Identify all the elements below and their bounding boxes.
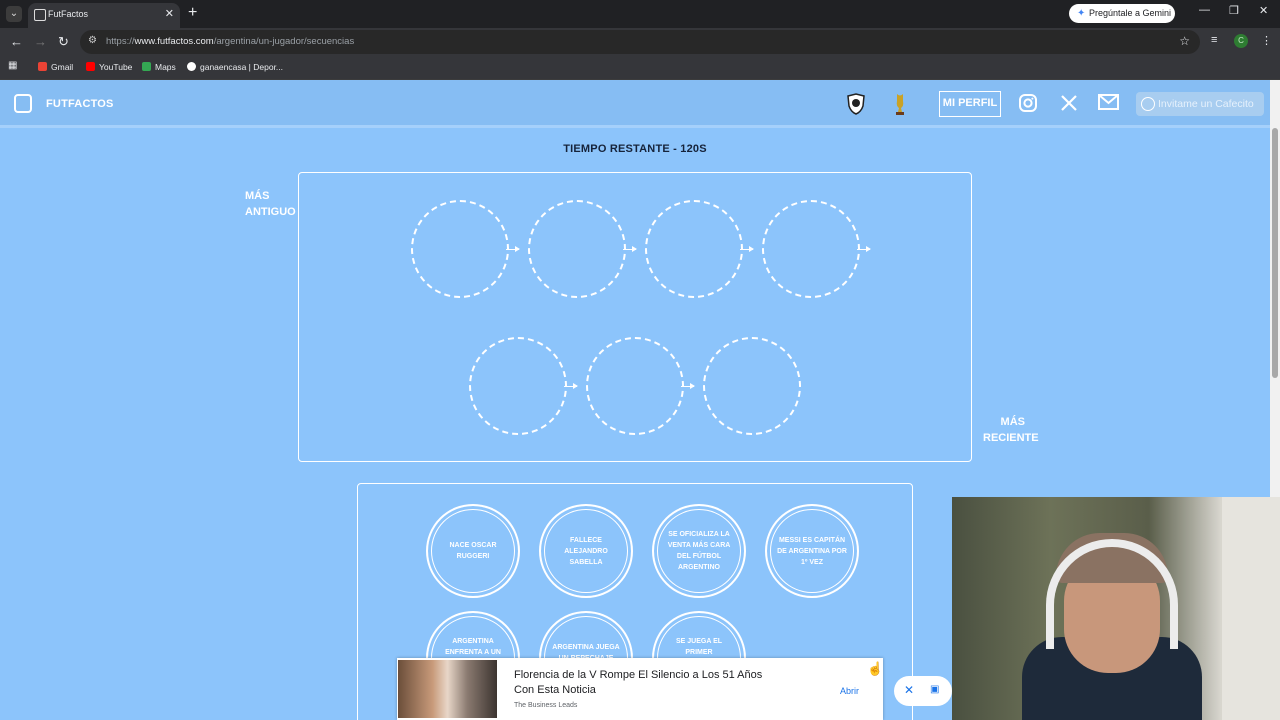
sequence-slot-5[interactable]	[469, 337, 567, 435]
cafecito-button[interactable]: Invitame un Cafecito	[1136, 92, 1264, 116]
ad-close-pill[interactable]: ✕ ▣	[894, 676, 952, 706]
ad-image[interactable]	[398, 660, 497, 718]
browser-tab[interactable]: FutFactos ✕	[28, 3, 180, 28]
ad-open-link[interactable]: Abrir	[840, 686, 859, 696]
site-info-icon[interactable]: ⚙	[88, 35, 97, 46]
window-close-icon[interactable]: ✕	[1259, 4, 1268, 17]
menu-kebab-icon[interactable]: ⋮	[1261, 34, 1272, 47]
webcam-overlay	[952, 497, 1280, 720]
webcam-background	[1222, 497, 1280, 720]
restore-icon[interactable]: ❐	[1229, 4, 1239, 17]
scrollbar-thumb[interactable]	[1272, 128, 1278, 378]
mi-perfil-button[interactable]: MI PERFIL	[939, 91, 1001, 117]
site-logo-text[interactable]: FUTFACTOS	[46, 98, 114, 110]
browser-toolbar: ← → ↻ ⚙ https://www.futfactos.com/argent…	[0, 28, 1280, 56]
gmail-icon	[38, 62, 47, 71]
bookmark-youtube[interactable]: YouTube	[86, 62, 132, 72]
minimize-icon[interactable]: —	[1199, 4, 1210, 16]
tab-search-icon[interactable]: ⌄	[6, 6, 22, 22]
gemini-label: Pregúntale a Gemini	[1089, 8, 1172, 18]
event-card[interactable]: NACE OSCAR RUGGERI	[426, 504, 520, 598]
ad-info-icon[interactable]: ▣	[930, 684, 939, 695]
apps-grid-icon[interactable]: ▦	[8, 60, 17, 71]
maps-icon	[142, 62, 151, 71]
futfactos-logo-icon[interactable]	[14, 94, 32, 113]
site-header: FUTFACTOS MI PERFIL Invitame un Cafecito	[0, 80, 1270, 128]
arrow-right-icon	[857, 246, 871, 252]
sequence-slot-1[interactable]	[411, 200, 509, 298]
url-text[interactable]: https://www.futfactos.com/argentina/un-j…	[106, 36, 354, 47]
x-twitter-icon[interactable]	[1060, 94, 1078, 117]
browser-tab-bar: ⌄ FutFactos ✕ + ✦ Pregúntale a Gemini — …	[0, 0, 1280, 28]
bookmark-ganaencasa[interactable]: ganaencasa | Depor...	[187, 62, 283, 72]
media-icon[interactable]: ≡	[1211, 34, 1217, 46]
reload-icon[interactable]: ↻	[58, 34, 69, 50]
new-tab-icon[interactable]: +	[188, 4, 197, 22]
sequence-slot-2[interactable]	[528, 200, 626, 298]
sequence-slot-6[interactable]	[586, 337, 684, 435]
trophy-icon[interactable]	[890, 93, 910, 115]
gemini-button[interactable]: ✦ Pregúntale a Gemini	[1069, 4, 1175, 23]
mail-icon[interactable]	[1098, 94, 1119, 115]
arrow-right-icon	[623, 246, 637, 252]
arrow-right-icon	[564, 383, 578, 389]
youtube-icon	[86, 62, 95, 71]
bookmark-gmail[interactable]: Gmail	[38, 62, 73, 72]
bookmark-star-icon[interactable]: ☆	[1179, 34, 1190, 48]
sequence-slot-4[interactable]	[762, 200, 860, 298]
hand-cursor-icon: ☝	[867, 661, 884, 676]
arrow-right-icon	[506, 246, 520, 252]
sequence-board	[298, 172, 972, 462]
profile-avatar[interactable]: C	[1234, 34, 1248, 48]
tab-title: FutFactos	[48, 9, 89, 19]
event-card[interactable]: SE OFICIALIZA LA VENTA MÁS CARA DEL FÚTB…	[652, 504, 746, 598]
label-oldest: MÁS ANTIGUO	[245, 190, 296, 218]
timer-text: TIEMPO RESTANTE - 120S	[563, 143, 707, 155]
ad-title[interactable]: Florencia de la V Rompe El Silencio a Lo…	[514, 668, 784, 698]
gemini-icon: ✦	[1077, 8, 1086, 19]
cafecito-label: Invitame un Cafecito	[1158, 98, 1254, 110]
arrow-right-icon	[740, 246, 754, 252]
coffee-icon	[1141, 97, 1155, 111]
sequence-slot-3[interactable]	[645, 200, 743, 298]
address-bar[interactable]: ⚙ https://www.futfactos.com/argentina/un…	[80, 30, 1200, 54]
bookmarks-bar: ▦ Gmail YouTube Maps ganaencasa | Depor.…	[0, 56, 1280, 80]
ad-banner[interactable]: Florencia de la V Rompe El Silencio a Lo…	[397, 658, 883, 720]
forward-icon[interactable]: →	[34, 34, 47, 49]
event-card[interactable]: MESSI ES CAPITÁN DE ARGENTINA POR 1º VEZ	[765, 504, 859, 598]
sequence-slot-7[interactable]	[703, 337, 801, 435]
arrow-right-icon	[681, 383, 695, 389]
instagram-icon[interactable]	[1019, 94, 1037, 117]
ad-source: The Business Leads	[514, 702, 578, 709]
event-card[interactable]: FALLECE ALEJANDRO SABELLA	[539, 504, 633, 598]
globe-icon	[187, 62, 196, 71]
back-icon[interactable]: ←	[10, 34, 23, 49]
tab-close-icon[interactable]: ✕	[165, 7, 174, 20]
favicon-icon	[34, 9, 46, 21]
bookmark-maps[interactable]: Maps	[142, 62, 176, 72]
club-shield-icon[interactable]	[846, 93, 866, 115]
label-newest: MÁS RECIENTE	[983, 416, 1039, 444]
close-icon[interactable]: ✕	[904, 683, 914, 697]
